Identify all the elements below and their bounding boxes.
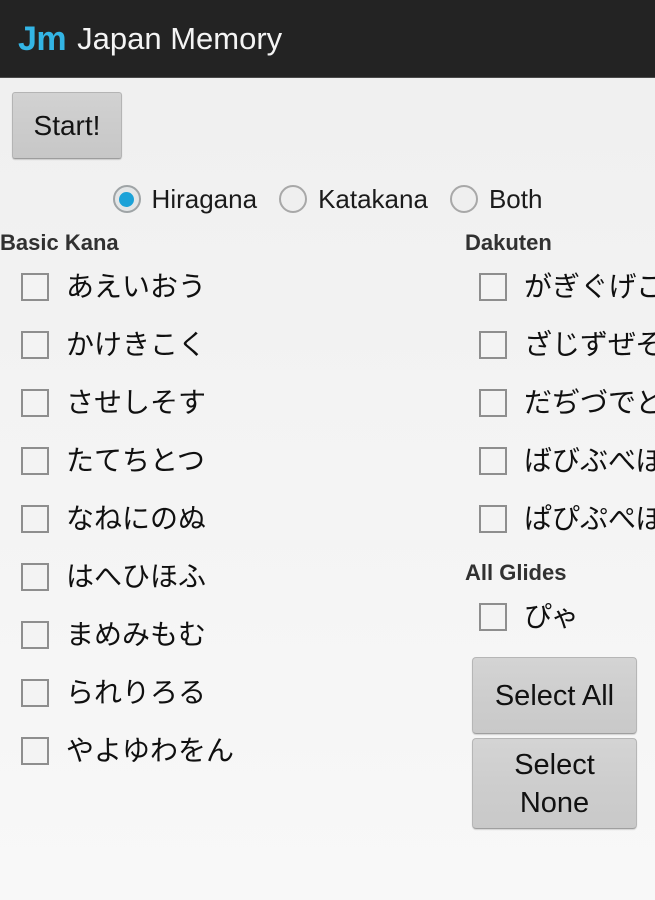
group-title-dakuten: Dakuten xyxy=(465,230,552,255)
start-button[interactable]: Start! xyxy=(12,92,122,159)
list-item[interactable]: ぱぴぷぺぽ xyxy=(465,490,655,548)
checkbox[interactable] xyxy=(479,447,507,475)
radio-dot-icon xyxy=(286,192,301,207)
radio-label-both: Both xyxy=(488,183,543,214)
list-item[interactable]: なねにのぬ xyxy=(0,490,440,548)
checkbox[interactable] xyxy=(21,447,49,475)
select-all-button[interactable]: Select All xyxy=(472,657,637,734)
checkbox[interactable] xyxy=(21,737,49,765)
list-item[interactable]: あえいおう xyxy=(0,258,440,316)
list-item[interactable]: はへひほふ xyxy=(0,548,440,606)
kana-label: がぎぐげご xyxy=(524,271,655,302)
script-mode-radio-group: Hiragana Katakana Both xyxy=(0,178,655,220)
list-item[interactable]: かけきこく xyxy=(0,316,440,374)
radio-label-hiragana: Hiragana xyxy=(151,183,258,214)
checkbox[interactable] xyxy=(21,273,49,301)
radio-dot-icon xyxy=(119,191,135,207)
checkbox[interactable] xyxy=(479,331,507,359)
select-none-label-line1: Select xyxy=(514,748,595,781)
list-item[interactable]: まめみもむ xyxy=(0,606,440,664)
app-logo-icon: Jm xyxy=(18,19,67,58)
app-root: Jm Japan Memory Start! Hiragana Katakana… xyxy=(0,0,655,900)
radio-circle-icon xyxy=(279,185,308,213)
page-title: Japan Memory xyxy=(77,21,283,56)
checkbox[interactable] xyxy=(21,505,49,533)
list-item[interactable]: ぴゃ xyxy=(465,588,655,646)
list-item[interactable]: させしそす xyxy=(0,374,440,432)
list-item[interactable]: ばびぶべぼ xyxy=(465,432,655,490)
checkbox[interactable] xyxy=(479,505,507,533)
list-item[interactable]: られりろる xyxy=(0,664,440,722)
radio-circle-icon xyxy=(449,185,478,213)
kana-label: だぢづでど xyxy=(524,387,655,418)
checkbox[interactable] xyxy=(21,679,49,707)
list-item[interactable]: がぎぐげご xyxy=(465,258,655,316)
kana-label: たてちとつ xyxy=(66,445,205,476)
checkbox[interactable] xyxy=(479,603,507,631)
checkbox[interactable] xyxy=(21,331,49,359)
kana-label: ぴゃ xyxy=(524,601,579,632)
radio-both[interactable]: Both xyxy=(449,183,543,215)
checkbox[interactable] xyxy=(479,389,507,417)
action-bar: Jm Japan Memory xyxy=(0,0,655,78)
list-item[interactable]: だぢづでど xyxy=(465,374,655,432)
kana-label: やよゆわをん xyxy=(66,735,235,766)
kana-label: ばびぶべぼ xyxy=(524,445,655,476)
kana-label: あえいおう xyxy=(66,271,207,302)
checkbox[interactable] xyxy=(21,389,49,417)
group-title-all-glides: All Glides xyxy=(465,560,567,585)
kana-label: まめみもむ xyxy=(66,619,207,650)
list-item[interactable]: ざじずぜぞ xyxy=(465,316,655,374)
kana-label: させしそす xyxy=(66,387,207,418)
column-dakuten-glides: Dakuten がぎぐげご ざじずぜぞ だぢづでど ばびぶべぼ ぱぴぷぺぽ Al… xyxy=(465,228,655,646)
kana-label: られりろる xyxy=(66,677,207,708)
kana-label: ざじずぜぞ xyxy=(524,329,655,360)
radio-circle-icon xyxy=(112,185,141,213)
kana-label: はへひほふ xyxy=(66,561,207,592)
group-title-basic-kana: Basic Kana xyxy=(0,230,119,255)
checkbox[interactable] xyxy=(21,621,49,649)
radio-katakana[interactable]: Katakana xyxy=(279,184,428,215)
kana-label: なねにのぬ xyxy=(66,503,207,534)
radio-hiragana[interactable]: Hiragana xyxy=(112,183,258,215)
radio-dot-icon xyxy=(456,192,471,207)
kana-label: ぱぴぷぺぽ xyxy=(524,503,655,534)
select-none-label-line2: None xyxy=(519,786,590,819)
list-item[interactable]: やよゆわをん xyxy=(0,722,440,780)
list-item[interactable]: たてちとつ xyxy=(0,432,440,490)
select-none-button[interactable]: Select None xyxy=(472,738,637,829)
column-basic-kana: Basic Kana あえいおう かけきこく させしそす たてちとつ なねにのぬ… xyxy=(0,228,440,780)
checkbox[interactable] xyxy=(479,273,507,301)
kana-label: かけきこく xyxy=(66,329,207,360)
radio-label-katakana: Katakana xyxy=(318,183,428,214)
checkbox[interactable] xyxy=(21,563,49,591)
